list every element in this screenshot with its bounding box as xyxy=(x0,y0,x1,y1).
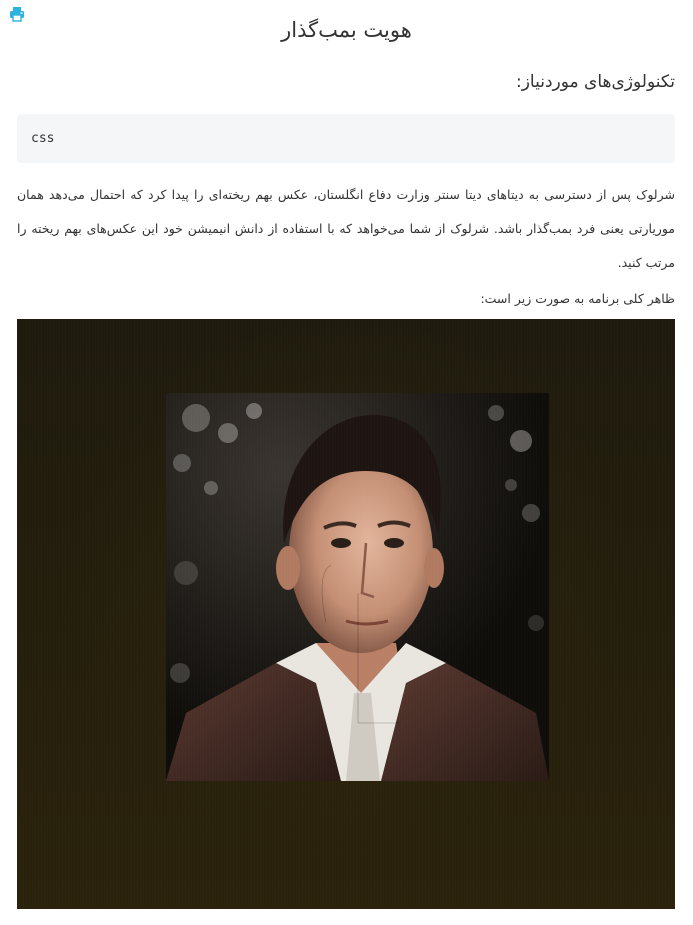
tech-heading: تکنولوژی‌های موردنیاز: xyxy=(515,72,675,92)
tech-value: css xyxy=(31,131,55,146)
tech-code-block: css xyxy=(17,114,675,163)
page: هویت بمب‌گذار تکنولوژی‌های موردنیاز: css… xyxy=(0,0,693,925)
preview-stage xyxy=(17,319,675,909)
description-paragraph: شرلوک پس از دسترسی به دیتاهای دیتا سنتر … xyxy=(17,187,675,270)
overview-text: ظاهر کلی برنامه به صورت زیر است: xyxy=(480,291,675,306)
page-title: هویت بمب‌گذار xyxy=(281,18,412,42)
portrait-photo xyxy=(166,393,549,781)
